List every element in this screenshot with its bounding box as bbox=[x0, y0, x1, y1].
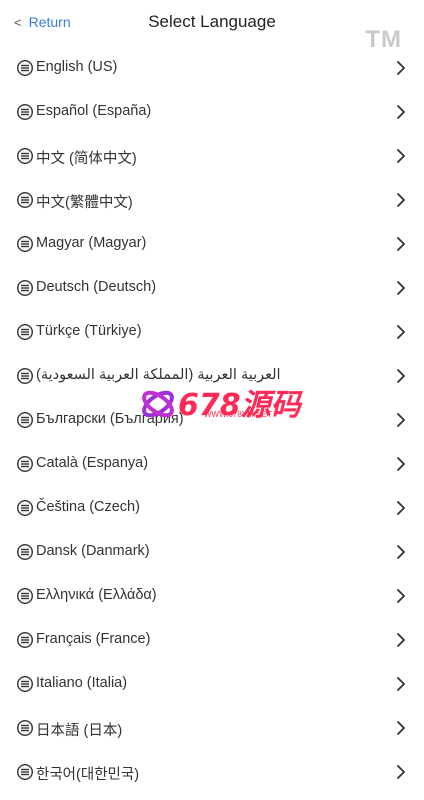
language-label: Italiano (Italia) bbox=[36, 675, 128, 691]
chevron-right-icon bbox=[397, 61, 405, 75]
language-row[interactable]: Türkçe (Türkiye) bbox=[0, 310, 424, 354]
list-circle-icon bbox=[16, 323, 34, 341]
list-circle-icon bbox=[16, 103, 34, 121]
list-circle-icon bbox=[16, 279, 34, 297]
language-row[interactable]: العربية العربية (المملكة العربية السعودي… bbox=[0, 354, 424, 398]
language-row[interactable]: Deutsch (Deutsch) bbox=[0, 266, 424, 310]
chevron-right-icon bbox=[397, 589, 405, 603]
chevron-right-icon bbox=[397, 149, 405, 163]
language-row[interactable]: Italiano (Italia) bbox=[0, 662, 424, 706]
list-circle-icon bbox=[16, 763, 34, 781]
language-row[interactable]: Català (Espanya) bbox=[0, 442, 424, 486]
language-label: Ελληνικά (Ελλάδα) bbox=[36, 587, 157, 603]
language-label: العربية العربية (المملكة العربية السعودي… bbox=[36, 367, 281, 383]
list-circle-icon bbox=[16, 191, 34, 209]
list-circle-icon bbox=[16, 455, 34, 473]
list-circle-icon bbox=[16, 367, 34, 385]
language-label: Français (France) bbox=[36, 631, 151, 647]
chevron-right-icon bbox=[397, 105, 405, 119]
language-label: 日本語 (日本) bbox=[36, 723, 123, 739]
language-label: Български (България) bbox=[36, 411, 184, 427]
page-title: Select Language bbox=[148, 12, 276, 31]
chevron-right-icon bbox=[397, 237, 405, 251]
top-bar: < Return Select Language TM bbox=[0, 0, 424, 53]
language-label: Català (Espanya) bbox=[36, 455, 149, 471]
chevron-right-icon bbox=[397, 501, 405, 515]
chevron-right-icon bbox=[397, 457, 405, 471]
language-row[interactable]: 日本語 (日本) bbox=[0, 706, 424, 750]
chevron-right-icon bbox=[397, 325, 405, 339]
chevron-right-icon bbox=[397, 413, 405, 427]
language-row[interactable]: Español (España) bbox=[0, 90, 424, 134]
chevron-right-icon bbox=[397, 193, 405, 207]
chevron-right-icon bbox=[397, 633, 405, 647]
language-label: Čeština (Czech) bbox=[36, 499, 140, 515]
list-circle-icon bbox=[16, 587, 34, 605]
list-circle-icon bbox=[16, 631, 34, 649]
language-row[interactable]: 한국어(대한민국) bbox=[0, 750, 424, 794]
language-label: Türkçe (Türkiye) bbox=[36, 323, 142, 339]
language-label: 中文 (简体中文) bbox=[36, 151, 137, 167]
list-circle-icon bbox=[16, 59, 34, 77]
language-row[interactable]: 中文(繁體中文) bbox=[0, 178, 424, 222]
language-label: Magyar (Magyar) bbox=[36, 235, 147, 251]
language-row[interactable]: Dansk (Danmark) bbox=[0, 530, 424, 574]
language-row[interactable]: Magyar (Magyar) bbox=[0, 222, 424, 266]
language-row[interactable]: Čeština (Czech) bbox=[0, 486, 424, 530]
list-circle-icon bbox=[16, 411, 34, 429]
list-circle-icon bbox=[16, 147, 34, 165]
list-circle-icon bbox=[16, 499, 34, 517]
language-row[interactable]: Ελληνικά (Ελλάδα) bbox=[0, 574, 424, 618]
chevron-right-icon bbox=[397, 765, 405, 779]
language-row[interactable]: 中文 (简体中文) bbox=[0, 134, 424, 178]
chevron-right-icon bbox=[397, 545, 405, 559]
chevron-right-icon bbox=[397, 721, 405, 735]
language-row[interactable]: English (US) bbox=[0, 46, 424, 90]
language-list: English (US) Español (España) 中文 (简体中文) 中文(… bbox=[0, 46, 424, 794]
language-label: English (US) bbox=[36, 59, 118, 75]
list-circle-icon bbox=[16, 543, 34, 561]
chevron-right-icon bbox=[397, 677, 405, 691]
chevron-right-icon bbox=[397, 281, 405, 295]
language-label: Español (España) bbox=[36, 103, 152, 119]
chevron-right-icon bbox=[397, 369, 405, 383]
language-label: 中文(繁體中文) bbox=[36, 195, 133, 211]
language-row[interactable]: Български (България) bbox=[0, 398, 424, 442]
list-circle-icon bbox=[16, 235, 34, 253]
language-label: Dansk (Danmark) bbox=[36, 543, 150, 559]
language-label: Deutsch (Deutsch) bbox=[36, 279, 157, 295]
language-row[interactable]: Français (France) bbox=[0, 618, 424, 662]
language-label: 한국어(대한민국) bbox=[36, 767, 140, 783]
list-circle-icon bbox=[16, 675, 34, 693]
list-circle-icon bbox=[16, 719, 34, 737]
